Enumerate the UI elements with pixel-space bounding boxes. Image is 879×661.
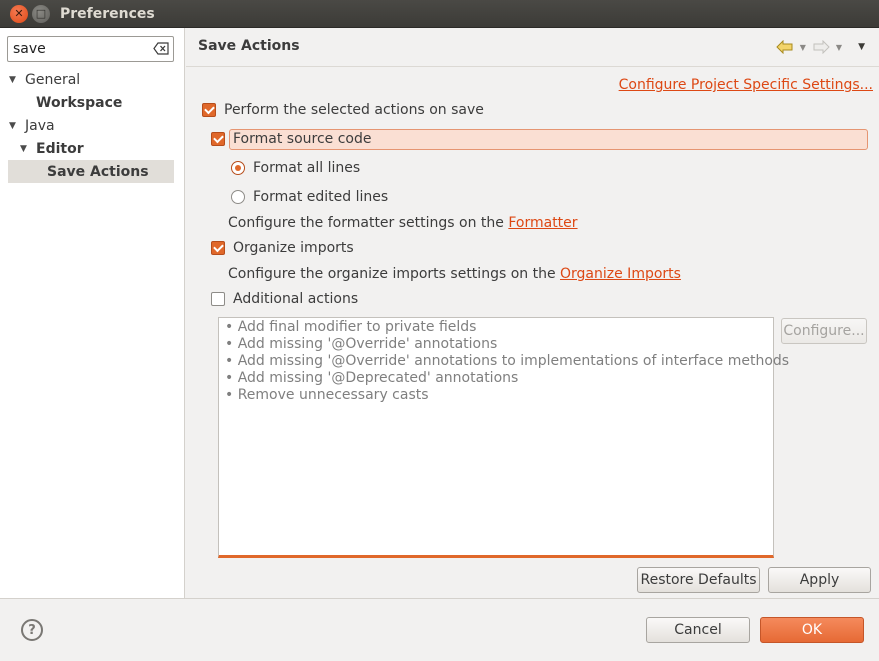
organize-imports-hint: Configure the organize imports settings … bbox=[228, 266, 681, 282]
formatter-link[interactable]: Formatter bbox=[508, 215, 577, 231]
expand-arrow-icon[interactable]: ▼ bbox=[9, 121, 16, 131]
format-source-checkbox[interactable] bbox=[211, 132, 225, 146]
back-arrow-icon[interactable] bbox=[776, 40, 794, 54]
formatter-hint-text: Configure the formatter settings on the bbox=[228, 215, 509, 231]
format-edited-lines-radio[interactable] bbox=[231, 190, 245, 204]
preference-tree: ▼ General Workspace ▼ Java ▼ Editor Save… bbox=[0, 68, 185, 183]
organize-imports-label: Organize imports bbox=[233, 240, 354, 256]
additional-actions-list[interactable]: • Add final modifier to private fields •… bbox=[218, 317, 790, 558]
perform-on-save-checkbox[interactable] bbox=[202, 103, 216, 117]
tree-item-label: Workspace bbox=[36, 94, 123, 111]
list-item: • Add final modifier to private fields bbox=[225, 319, 477, 335]
preference-page: Save Actions ▼ ▼ ▼ Configure Project Spe… bbox=[186, 28, 879, 598]
title-bar: ✕ □ Preferences bbox=[0, 0, 879, 28]
format-all-lines-row[interactable]: Format all lines bbox=[231, 160, 360, 176]
history-nav: ▼ ▼ ▼ bbox=[776, 40, 865, 54]
cancel-button[interactable]: Cancel bbox=[646, 617, 750, 643]
format-edited-lines-label: Format edited lines bbox=[253, 189, 389, 205]
list-item: • Remove unnecessary casts bbox=[225, 387, 429, 403]
organize-imports-checkbox[interactable] bbox=[211, 241, 225, 255]
tree-item-label: Java bbox=[25, 117, 55, 134]
forward-arrow-icon[interactable] bbox=[812, 40, 830, 54]
expand-arrow-icon[interactable]: ▼ bbox=[9, 75, 16, 85]
close-window-icon[interactable]: ✕ bbox=[10, 4, 28, 23]
preference-tree-pane: ▼ General Workspace ▼ Java ▼ Editor Save… bbox=[0, 28, 185, 598]
view-menu-chevron-down-icon[interactable]: ▼ bbox=[858, 42, 865, 52]
restore-defaults-button[interactable]: Restore Defaults bbox=[637, 567, 760, 593]
tree-item-label: Editor bbox=[36, 140, 84, 157]
configure-project-settings-link[interactable]: Configure Project Specific Settings... bbox=[619, 77, 873, 93]
perform-on-save-label: Perform the selected actions on save bbox=[224, 102, 484, 118]
filter-box bbox=[7, 36, 174, 62]
footer-divider bbox=[0, 598, 879, 599]
page-header: Save Actions ▼ ▼ ▼ bbox=[186, 28, 879, 64]
expand-arrow-icon[interactable]: ▼ bbox=[20, 144, 27, 154]
tree-item-java[interactable]: ▼ Java bbox=[0, 114, 185, 137]
additional-actions-checkbox[interactable] bbox=[211, 292, 225, 306]
tree-item-general[interactable]: ▼ General bbox=[0, 68, 185, 91]
help-icon[interactable]: ? bbox=[21, 619, 43, 641]
back-menu-chevron-down-icon[interactable]: ▼ bbox=[800, 43, 806, 52]
tree-item-label: General bbox=[25, 71, 81, 88]
list-item: • Add missing '@Override' annotations to… bbox=[225, 353, 790, 369]
tree-item-save-actions[interactable]: Save Actions bbox=[8, 160, 174, 183]
format-edited-lines-row[interactable]: Format edited lines bbox=[231, 189, 388, 205]
organize-imports-link[interactable]: Organize Imports bbox=[560, 266, 681, 282]
tree-item-workspace[interactable]: Workspace bbox=[0, 91, 185, 114]
list-item: • Add missing '@Deprecated' annotations bbox=[225, 370, 519, 386]
perform-on-save-row[interactable]: Perform the selected actions on save bbox=[202, 102, 484, 118]
tree-item-label: Save Actions bbox=[47, 163, 149, 180]
organize-imports-row[interactable]: Organize imports bbox=[211, 240, 354, 256]
additional-actions-row[interactable]: Additional actions bbox=[211, 291, 358, 307]
window-title: Preferences bbox=[60, 5, 155, 22]
format-source-row[interactable]: Format source code bbox=[211, 131, 372, 147]
tree-item-editor[interactable]: ▼ Editor bbox=[0, 137, 185, 160]
organize-imports-hint-text: Configure the organize imports settings … bbox=[228, 266, 561, 282]
ok-button[interactable]: OK bbox=[760, 617, 864, 643]
maximize-window-icon[interactable]: □ bbox=[32, 4, 50, 23]
configure-button[interactable]: Configure... bbox=[781, 318, 867, 344]
header-divider bbox=[186, 66, 879, 67]
forward-menu-chevron-down-icon[interactable]: ▼ bbox=[836, 43, 842, 52]
formatter-hint: Configure the formatter settings on the … bbox=[228, 215, 578, 231]
page-title: Save Actions bbox=[198, 38, 300, 54]
filter-input[interactable] bbox=[13, 41, 151, 57]
format-all-lines-label: Format all lines bbox=[253, 160, 361, 176]
list-item: • Add missing '@Override' annotations bbox=[225, 336, 498, 352]
clear-filter-icon[interactable] bbox=[153, 42, 169, 55]
format-all-lines-radio[interactable] bbox=[231, 161, 245, 175]
additional-actions-label: Additional actions bbox=[233, 291, 359, 307]
format-source-label: Format source code bbox=[233, 131, 372, 147]
apply-button[interactable]: Apply bbox=[768, 567, 871, 593]
